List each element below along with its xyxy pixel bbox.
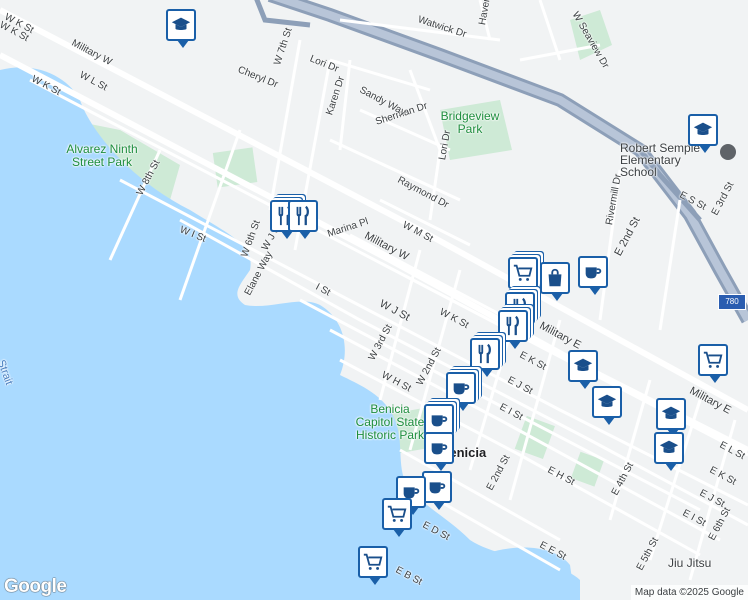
school-icon [661, 406, 681, 420]
fork-knife-icon [506, 315, 519, 336]
school-icon [597, 394, 617, 408]
coffee-cup-icon [453, 383, 470, 395]
google-logo[interactable]: Google [4, 576, 67, 598]
grocery-marker[interactable] [508, 257, 538, 296]
school-marker[interactable] [688, 114, 718, 153]
cafe-marker[interactable] [422, 471, 452, 510]
restaurant-marker[interactable] [288, 200, 318, 239]
coffee-cup-icon [431, 415, 448, 427]
grocery-marker[interactable] [382, 498, 412, 537]
park-label-alvarez: Alvarez Ninth Street Park [66, 142, 138, 170]
school-icon [659, 440, 679, 454]
coffee-cup-icon [585, 267, 602, 279]
school-marker[interactable] [568, 350, 598, 389]
shopping-marker[interactable] [540, 262, 570, 301]
school-marker[interactable] [656, 398, 686, 437]
school-marker[interactable] [654, 432, 684, 471]
coffee-cup-icon [431, 443, 448, 455]
grocery-marker[interactable] [358, 546, 388, 585]
park-label-capitol: Benicia Capitol State Historic Park [355, 402, 425, 443]
school-icon [573, 358, 593, 372]
school-marker[interactable] [592, 386, 622, 425]
school-marker[interactable] [166, 9, 196, 48]
poi-label-jiu-jitsu[interactable]: Jiu Jitsu [668, 557, 711, 569]
map-attribution[interactable]: Map data ©2025 Google [630, 585, 748, 600]
school-icon [171, 17, 191, 31]
cafe-marker[interactable] [578, 256, 608, 295]
restaurant-marker[interactable] [498, 310, 528, 349]
grocery-marker[interactable] [698, 344, 728, 383]
map-canvas[interactable]: W K St W K St Military W W L St W K St W… [0, 0, 748, 600]
cafe-marker[interactable] [446, 372, 476, 411]
shopping-cart-icon [513, 264, 533, 281]
park-label-bridgeview: Bridgeview Park [440, 109, 500, 137]
fork-knife-icon [296, 205, 309, 226]
coffee-cup-icon [429, 482, 446, 494]
shopping-cart-icon [387, 505, 407, 522]
restaurant-marker[interactable] [470, 338, 500, 377]
cafe-marker[interactable] [424, 432, 454, 471]
shopping-cart-icon [703, 351, 723, 368]
school-icon [693, 122, 713, 136]
fork-knife-icon [478, 343, 491, 364]
shopping-cart-icon [363, 553, 383, 570]
shopping-bag-icon [548, 268, 562, 287]
interstate-shield: 780 [718, 294, 746, 310]
